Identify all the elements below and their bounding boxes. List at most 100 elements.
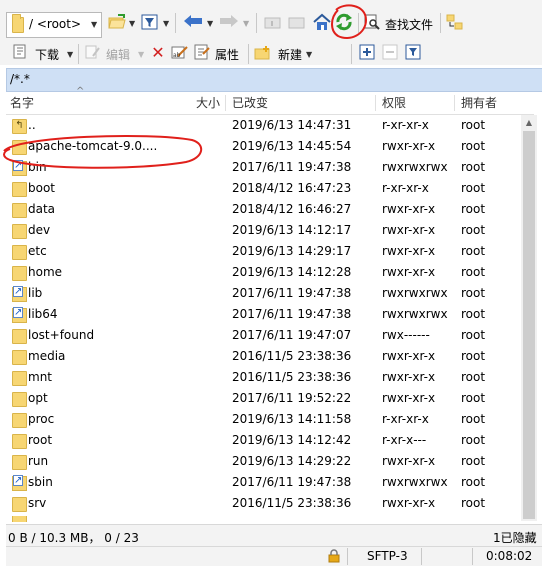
list-item[interactable]: etc 2019/6/13 14:29:17 rwxr-xr-x root	[6, 241, 520, 262]
chevron-down-icon[interactable]: ▼	[67, 50, 73, 59]
file-changed: 2019/6/13 14:12:28	[232, 265, 352, 279]
chevron-down-icon[interactable]: ▼	[207, 19, 213, 28]
file-rights: rwxr-xr-x	[382, 139, 436, 153]
select-plus-icon[interactable]	[358, 44, 376, 62]
column-divider[interactable]	[375, 95, 376, 111]
file-name: home	[28, 265, 63, 279]
file-owner: root	[461, 244, 486, 258]
rename-icon[interactable]: ab	[171, 44, 189, 62]
file-name: boot	[28, 181, 56, 195]
list-item[interactable]: root 2019/6/13 14:12:42 r-xr-x--- root	[6, 430, 520, 451]
column-divider[interactable]	[454, 95, 455, 111]
file-changed: 2017/6/11 19:52:22	[232, 391, 352, 405]
list-item[interactable]: lib64 2017/6/11 19:47:38 rwxrwxrwx root	[6, 304, 520, 325]
file-owner: root	[461, 433, 486, 447]
list-item[interactable]: ↰.. 2019/6/13 14:47:31 r-xr-xr-x root	[6, 115, 520, 136]
unselect-minus-icon[interactable]	[381, 44, 399, 62]
synchronize-icon[interactable]	[446, 14, 464, 32]
scroll-up-arrow-icon[interactable]: ▲	[521, 115, 537, 131]
file-owner: root	[461, 496, 486, 510]
folder-icon	[12, 516, 27, 522]
toolbar-divider	[440, 13, 441, 33]
list-item[interactable]: sbin 2017/6/11 19:47:38 rwxrwxrwx root	[6, 472, 520, 493]
file-changed: 2017/6/11 19:47:38	[232, 160, 352, 174]
status-divider	[472, 548, 473, 565]
chevron-down-icon[interactable]: ▼	[243, 19, 249, 28]
list-item[interactable]: bin 2017/6/11 19:47:38 rwxrwxrwx root	[6, 157, 520, 178]
folder-icon	[12, 182, 27, 197]
folder-icon	[12, 497, 27, 512]
file-owner: root	[461, 286, 486, 300]
path-combo[interactable]: / <root> ▼	[6, 12, 102, 38]
column-owner-header[interactable]: 拥有者	[461, 92, 497, 114]
column-name-header[interactable]: 名字	[10, 92, 34, 114]
list-item[interactable]: opt 2017/6/11 19:52:22 rwxr-xr-x root	[6, 388, 520, 409]
list-item[interactable]: boot 2018/4/12 16:47:23 r-xr-xr-x root	[6, 178, 520, 199]
file-changed: 2019/6/13 14:29:17	[232, 244, 352, 258]
forward-arrow-icon[interactable]	[219, 14, 238, 32]
file-rights: rwxrwxrwx	[382, 160, 448, 174]
list-item[interactable]: apache-tomcat-9.0.... 2019/6/13 14:45:54 r…	[6, 136, 520, 157]
scrollbar-thumb[interactable]	[523, 131, 535, 519]
file-owner: root	[461, 454, 486, 468]
list-item[interactable]: lib 2017/6/11 19:47:38 rwxrwxrwx root	[6, 283, 520, 304]
file-changed: 2017/6/11 19:47:38	[232, 286, 352, 300]
folder-icon	[12, 329, 27, 344]
file-changed: 2016/11/5 23:38:36	[232, 496, 352, 510]
column-rights-header[interactable]: 权限	[382, 92, 406, 114]
list-item[interactable]: proc 2019/6/13 14:11:58 r-xr-xr-x root	[6, 409, 520, 430]
column-size-header[interactable]: 大小	[196, 92, 220, 114]
sort-ascending-icon: ^	[76, 86, 85, 97]
file-rights: r-xr-x---	[382, 433, 427, 447]
chevron-down-icon[interactable]: ▼	[138, 50, 144, 59]
column-divider[interactable]	[225, 95, 226, 111]
list-item[interactable]: dev 2019/6/13 14:12:17 rwxr-xr-x root	[6, 220, 520, 241]
folder-icon	[12, 455, 27, 470]
file-owner: root	[461, 160, 486, 174]
parent-folder-icon[interactable]	[264, 14, 282, 32]
edit-label: 编辑	[106, 48, 131, 62]
open-folder-icon[interactable]	[108, 14, 126, 32]
folder-icon	[12, 245, 27, 260]
chevron-down-icon[interactable]: ▼	[91, 20, 97, 29]
file-rights: rwxr-xr-x	[382, 202, 436, 216]
list-item[interactable]: data 2018/4/12 16:46:27 rwxr-xr-x root	[6, 199, 520, 220]
root-folder-icon[interactable]	[288, 14, 306, 32]
file-name: lib	[28, 286, 43, 300]
folder-icon	[12, 413, 27, 428]
list-item-partial	[6, 516, 520, 522]
vertical-scrollbar[interactable]: ▲	[521, 115, 537, 521]
file-changed: 2019/6/13 14:12:42	[232, 433, 352, 447]
svg-text:ab: ab	[173, 52, 181, 59]
status-divider	[347, 548, 348, 565]
file-name: run	[28, 454, 49, 468]
file-list: ↰.. 2019/6/13 14:47:31 r-xr-xr-x root apache…	[0, 115, 520, 521]
filter-select-icon[interactable]	[404, 44, 422, 62]
delete-icon[interactable]: ✕	[149, 44, 167, 62]
file-owner: root	[461, 412, 486, 426]
properties-icon	[193, 44, 211, 62]
chevron-down-icon[interactable]: ▼	[306, 50, 312, 59]
list-item[interactable]: lost+found 2017/6/11 19:47:07 rwx------ roo…	[6, 325, 520, 346]
file-changed: 2019/6/13 14:12:17	[232, 223, 352, 237]
home-icon[interactable]	[312, 13, 331, 31]
chevron-down-icon[interactable]: ▼	[129, 19, 135, 28]
path-bar[interactable]: /*.*	[6, 68, 542, 92]
list-item[interactable]: srv 2016/11/5 23:38:36 rwxr-xr-x root	[6, 493, 520, 514]
hidden-count: 1已隐藏	[493, 531, 537, 545]
chevron-down-icon[interactable]: ▼	[163, 19, 169, 28]
list-item[interactable]: home 2019/6/13 14:12:28 rwxr-xr-x root	[6, 262, 520, 283]
list-item[interactable]: mnt 2016/11/5 23:38:36 rwxr-xr-x root	[6, 367, 520, 388]
folder-icon	[12, 266, 27, 281]
list-item[interactable]: media 2016/11/5 23:38:36 rwxr-xr-x root	[6, 346, 520, 367]
refresh-icon[interactable]	[334, 12, 352, 31]
toolbar-divider	[358, 13, 359, 33]
file-changed: 2016/11/5 23:38:36	[232, 370, 352, 384]
toolbar-divider	[175, 13, 176, 33]
filter-icon[interactable]	[141, 14, 159, 32]
list-item[interactable]: run 2019/6/13 14:29:22 rwxr-xr-x root	[6, 451, 520, 472]
back-arrow-icon[interactable]	[183, 14, 202, 32]
column-changed-header[interactable]: 已改变	[232, 92, 268, 114]
folder-icon	[12, 140, 27, 155]
folder-icon	[12, 434, 27, 449]
